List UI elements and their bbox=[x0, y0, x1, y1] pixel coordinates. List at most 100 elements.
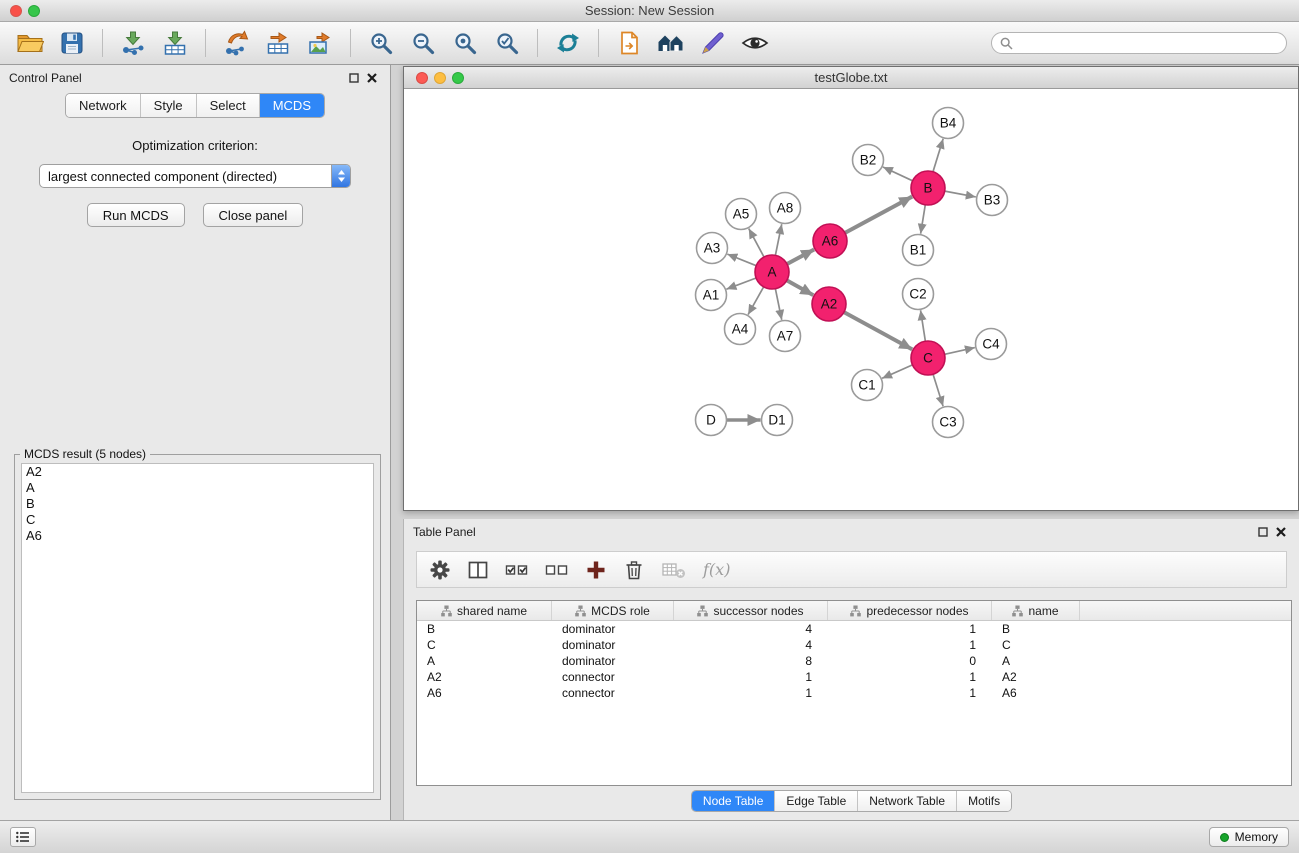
search-input[interactable] bbox=[1018, 36, 1278, 50]
tab-mcds[interactable]: MCDS bbox=[260, 94, 324, 117]
edge-B-B1[interactable] bbox=[921, 205, 926, 234]
edge-A-A6[interactable] bbox=[787, 249, 814, 264]
edge-A-A8[interactable] bbox=[775, 224, 781, 255]
node-A5[interactable]: A5 bbox=[726, 199, 757, 230]
table-row[interactable]: Bdominator41B bbox=[417, 621, 1291, 637]
edge-A-A3[interactable] bbox=[727, 254, 756, 266]
table-row[interactable]: A2connector11A2 bbox=[417, 669, 1291, 685]
close-table-panel-button[interactable] bbox=[1272, 524, 1290, 540]
node-B4[interactable]: B4 bbox=[933, 108, 964, 139]
export-table-button[interactable] bbox=[260, 25, 296, 61]
edge-A-A1[interactable] bbox=[726, 278, 756, 289]
table-tab-edge-table[interactable]: Edge Table bbox=[775, 791, 858, 811]
edge-A6-B[interactable] bbox=[845, 197, 912, 233]
zoom-fit-button[interactable] bbox=[447, 25, 483, 61]
column-header-successor-nodes[interactable]: successor nodes bbox=[674, 601, 828, 620]
table-tab-node-table[interactable]: Node Table bbox=[692, 791, 776, 811]
column-header-shared-name[interactable]: shared name bbox=[417, 601, 552, 620]
close-window-button[interactable] bbox=[10, 5, 22, 17]
float-panel-button[interactable] bbox=[345, 70, 363, 86]
node-D[interactable]: D bbox=[696, 405, 727, 436]
table-row[interactable]: A6connector11A6 bbox=[417, 685, 1291, 701]
mcds-result-list[interactable]: A2ABCA6 bbox=[21, 463, 374, 793]
delete-column-button[interactable] bbox=[623, 555, 645, 585]
apply-layout-button[interactable] bbox=[550, 25, 586, 61]
edge-C-C4[interactable] bbox=[945, 348, 975, 355]
task-history-button[interactable] bbox=[10, 827, 36, 847]
node-B1[interactable]: B1 bbox=[903, 235, 934, 266]
tab-style[interactable]: Style bbox=[141, 94, 197, 117]
node-A3[interactable]: A3 bbox=[697, 233, 728, 264]
run-mcds-button[interactable]: Run MCDS bbox=[87, 203, 185, 227]
node-A6[interactable]: A6 bbox=[813, 224, 847, 258]
import-table-button[interactable] bbox=[157, 25, 193, 61]
node-C4[interactable]: C4 bbox=[976, 329, 1007, 360]
node-C[interactable]: C bbox=[911, 341, 945, 375]
zoom-out-button[interactable] bbox=[405, 25, 441, 61]
node-B[interactable]: B bbox=[911, 171, 945, 205]
node-C2[interactable]: C2 bbox=[903, 279, 934, 310]
float-table-panel-button[interactable] bbox=[1254, 524, 1272, 540]
table-row[interactable]: Adominator80A bbox=[417, 653, 1291, 669]
edge-C-C1[interactable] bbox=[882, 365, 912, 378]
function-builder-button[interactable]: f(x) bbox=[703, 555, 730, 585]
node-A8[interactable]: A8 bbox=[770, 193, 801, 224]
network-graph-canvas[interactable]: AA1A2A3A4A5A6A7A8BB1B2B3B4CC1C2C3C4DD1 bbox=[404, 89, 1298, 510]
search-box[interactable] bbox=[991, 32, 1287, 54]
edge-A-A2[interactable] bbox=[787, 280, 813, 295]
edge-B-B4[interactable] bbox=[933, 139, 943, 172]
tab-select[interactable]: Select bbox=[197, 94, 260, 117]
delete-table-button[interactable] bbox=[661, 555, 687, 585]
node-A7[interactable]: A7 bbox=[770, 321, 801, 352]
edge-A2-C[interactable] bbox=[844, 312, 912, 349]
column-header-predecessor-nodes[interactable]: predecessor nodes bbox=[828, 601, 992, 620]
show-graphics-details-button[interactable] bbox=[737, 25, 773, 61]
result-item[interactable]: B bbox=[22, 496, 373, 512]
result-item[interactable]: A bbox=[22, 480, 373, 496]
result-item[interactable]: C bbox=[22, 512, 373, 528]
node-A2[interactable]: A2 bbox=[812, 287, 846, 321]
edge-B-B2[interactable] bbox=[883, 167, 913, 181]
column-header-name[interactable]: name bbox=[992, 601, 1080, 620]
open-session-button[interactable] bbox=[12, 25, 48, 61]
optimization-criterion-select[interactable]: largest connected component (directed) bbox=[39, 164, 351, 188]
node-C3[interactable]: C3 bbox=[933, 407, 964, 438]
node-A[interactable]: A bbox=[755, 255, 789, 289]
import-network-button[interactable] bbox=[115, 25, 151, 61]
export-image-button[interactable] bbox=[302, 25, 338, 61]
result-item[interactable]: A2 bbox=[22, 464, 373, 480]
table-tab-motifs[interactable]: Motifs bbox=[957, 791, 1011, 811]
table-row[interactable]: Cdominator41C bbox=[417, 637, 1291, 653]
node-D1[interactable]: D1 bbox=[762, 405, 793, 436]
network-window-titlebar[interactable]: testGlobe.txt bbox=[404, 67, 1298, 89]
close-panel-action-button[interactable]: Close panel bbox=[203, 203, 304, 227]
table-settings-button[interactable] bbox=[429, 555, 451, 585]
edge-A-A4[interactable] bbox=[748, 287, 764, 315]
unselect-all-columns-button[interactable] bbox=[545, 555, 569, 585]
node-B2[interactable]: B2 bbox=[853, 145, 884, 176]
save-session-button[interactable] bbox=[54, 25, 90, 61]
node-B3[interactable]: B3 bbox=[977, 185, 1008, 216]
edge-B-B3[interactable] bbox=[945, 191, 976, 197]
close-panel-button[interactable] bbox=[363, 70, 381, 86]
result-item[interactable]: A6 bbox=[22, 528, 373, 544]
node-A4[interactable]: A4 bbox=[725, 314, 756, 345]
edge-A-A7[interactable] bbox=[775, 289, 781, 320]
network-zoom-button[interactable] bbox=[452, 72, 464, 84]
edge-A-A5[interactable] bbox=[749, 229, 764, 257]
zoom-selected-button[interactable] bbox=[489, 25, 525, 61]
edge-C-C3[interactable] bbox=[933, 374, 943, 406]
node-C1[interactable]: C1 bbox=[852, 370, 883, 401]
table-tab-network-table[interactable]: Network Table bbox=[858, 791, 957, 811]
network-close-button[interactable] bbox=[416, 72, 428, 84]
create-column-button[interactable] bbox=[585, 555, 607, 585]
first-neighbors-button[interactable] bbox=[653, 25, 689, 61]
apply-style-button[interactable] bbox=[695, 25, 731, 61]
zoom-window-button[interactable] bbox=[28, 5, 40, 17]
select-all-columns-button[interactable] bbox=[505, 555, 529, 585]
memory-button[interactable]: Memory bbox=[1209, 827, 1289, 847]
tab-network[interactable]: Network bbox=[66, 94, 141, 117]
column-header-mcds-role[interactable]: MCDS role bbox=[552, 601, 674, 620]
zoom-in-button[interactable] bbox=[363, 25, 399, 61]
network-minimize-button[interactable] bbox=[434, 72, 446, 84]
